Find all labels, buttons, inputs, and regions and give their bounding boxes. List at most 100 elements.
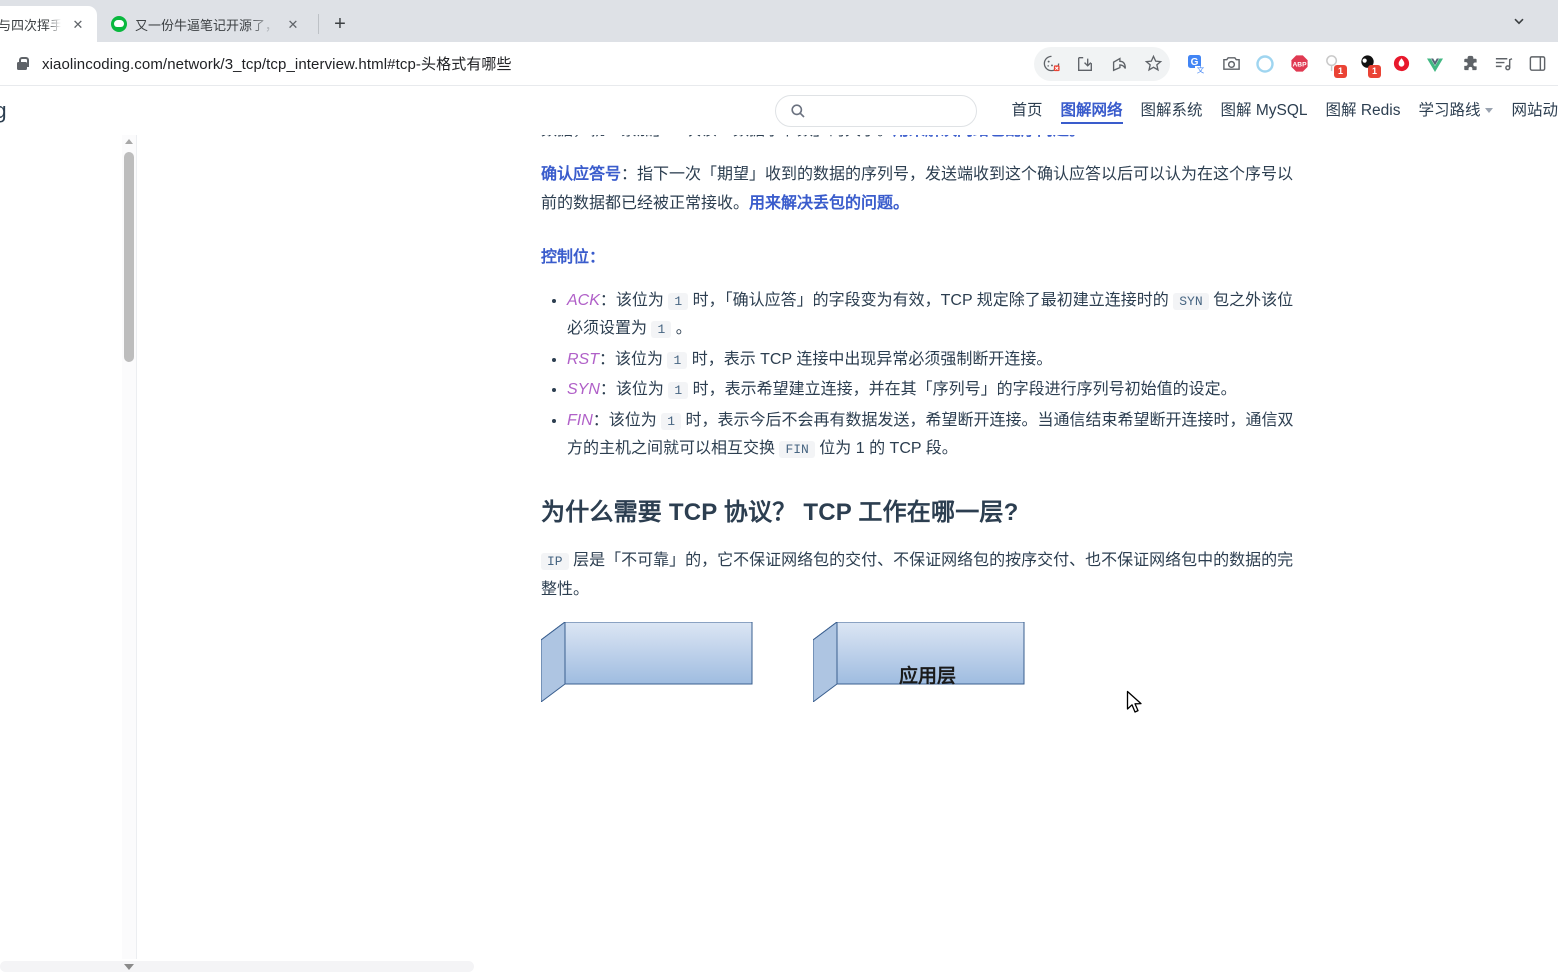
bit-key-ack: ACK <box>567 291 600 309</box>
article-body: 数据，就「累加」一次该「数据字节数」的大小。用来解决网络包乱序问题。 确认应答号… <box>541 135 1301 752</box>
ack-label: 确认应答号 <box>541 166 622 184</box>
reading-list-icon[interactable] <box>1486 47 1520 81</box>
list-item-syn: SYN：该位为 1 时，表示希望建立连接，并在其「序列号」的字段进行序列号初始值… <box>567 376 1301 404</box>
tab-title: 与四次挥手面试 <box>0 17 61 33</box>
nav-item-home[interactable]: 首页 <box>1003 87 1052 135</box>
control-bits-label-text: 控制位： <box>541 249 606 267</box>
browser-tab-0[interactable]: 与四次挥手面试 ✕ <box>0 6 97 42</box>
bit-code: 1 <box>651 321 672 339</box>
bit-seg: ：该位为 <box>592 411 662 429</box>
sidebar-item-3[interactable]: 连接? <box>0 548 122 579</box>
browser-tab-1[interactable]: 又一份牛逼笔记开源了，强的离 ✕ <box>97 6 312 42</box>
search-input[interactable] <box>774 95 977 127</box>
osi-layer-diagram: 应用层 <box>541 622 1301 752</box>
chevron-down-icon <box>1485 108 1494 114</box>
tab-close-icon[interactable]: ✕ <box>69 15 87 33</box>
sidebar-scroll-thumb[interactable] <box>124 152 134 362</box>
scroll-up-arrow-icon[interactable] <box>125 139 133 144</box>
control-bits-label: 控制位： <box>541 244 1301 272</box>
scroll-down-arrow-icon[interactable] <box>124 964 134 970</box>
chevron-down-icon[interactable] <box>1506 8 1532 34</box>
horizontal-scroll-thumb[interactable] <box>0 961 474 972</box>
extensions-puzzle-icon[interactable] <box>1452 47 1486 81</box>
bit-seg: ：该位为 <box>599 381 669 399</box>
bit-key-syn: SYN <box>567 381 600 399</box>
layer-box-0 <box>541 622 753 703</box>
para-seq-highlight: 用来解决网络包乱序问题。 <box>893 135 1085 139</box>
svg-text:文: 文 <box>1197 64 1205 74</box>
tab-strip: 与四次挥手面试 ✕ 又一份牛逼笔记开源了，强的离 ✕ + <box>0 0 1558 42</box>
nav-item-redis[interactable]: 图解 Redis <box>1317 87 1410 135</box>
sidebar-item-6[interactable]: 可以使用同一个 <box>0 701 122 732</box>
wechat-icon <box>111 16 127 32</box>
address-bar[interactable]: xiaolincoding.com/network/3_tcp/tcp_inte… <box>14 53 1034 74</box>
sidepanel-icon[interactable] <box>1520 47 1554 81</box>
adblock-plus-icon[interactable]: ABP <box>1282 47 1316 81</box>
nav-item-roadmap[interactable]: 学习路线 <box>1409 87 1502 135</box>
sidebar-toc: 手与四次挥手 有哪些? TCP 协议？ TCP 层? ? 连接? 定一个 TCP… <box>0 135 137 974</box>
sidebar-item-9[interactable]: 次握手? 不是两 <box>0 875 122 906</box>
bit-seg: ：该位为 <box>599 350 668 368</box>
control-bits-list: ACK：该位为 1 时，「确认应答」的字段变为有效，TCP 规定除了最初建立连接… <box>541 287 1301 464</box>
sidebar-inner: 手与四次挥手 有哪些? TCP 协议？ TCP 层? ? 连接? 定一个 TCP… <box>0 135 122 974</box>
browser-window: 与四次挥手面试 ✕ 又一份牛逼笔记开源了，强的离 ✕ + xiaolincodi… <box>0 0 1558 974</box>
sidebar-item-8[interactable]: x 系统中查看 <box>0 817 122 848</box>
bit-code: 1 <box>668 382 689 400</box>
bit-seg: 。 <box>671 320 692 338</box>
screenshot-camera-icon[interactable] <box>1214 47 1248 81</box>
layer-box-1: 应用层 <box>813 622 1025 703</box>
para-seq-text: 数据，就「累加」一次该「数据字节数」的大小。 <box>541 135 893 139</box>
nav-item-system[interactable]: 图解系统 <box>1132 87 1212 135</box>
bit-key-rst: RST <box>567 350 599 368</box>
nav-item-network[interactable]: 图解网络 <box>1052 87 1132 135</box>
sidebar-item-4[interactable]: 定一个 TCP 连接 <box>0 588 122 619</box>
bit-code: 1 <box>668 292 689 310</box>
download-icon[interactable] <box>1068 47 1102 81</box>
para-ack: 确认应答号：指下一次「期望」收到的数据的序列号，发送端收到这个确认应答以后可以认… <box>541 161 1301 218</box>
new-tab-button[interactable]: + <box>325 9 355 39</box>
sidebar-item-1[interactable]: TCP 协议？ TCP 层? <box>0 444 122 499</box>
tampermonkey-icon[interactable]: 1 <box>1316 47 1350 81</box>
bit-code: 1 <box>661 412 682 430</box>
sidebar-item-0[interactable]: 有哪些? <box>0 404 122 435</box>
vue-devtools-icon[interactable] <box>1418 47 1452 81</box>
badge-count: 1 <box>1368 64 1381 78</box>
site-logo[interactable]: oding <box>0 98 7 124</box>
site-header: oding 首页 图解网络 图解系统 图解 MySQL 图解 Redis 学习路… <box>0 87 1558 135</box>
ip-code: IP <box>541 553 569 571</box>
bit-seg: 时，表示 TCP 连接中出现异常必须强制断开连接。 <box>687 350 1053 368</box>
url-text: xiaolincoding.com/network/3_tcp/tcp_inte… <box>42 56 512 73</box>
para-ip: IP 层是「不可靠」的，它不保证网络包的交付、不保证网络包的按序交付、也不保证网… <box>541 547 1301 604</box>
svg-text:ABP: ABP <box>1292 61 1307 68</box>
browser-toolbar: xiaolincoding.com/network/3_tcp/tcp_inte… <box>0 42 1558 86</box>
circle-extension-icon[interactable] <box>1248 47 1282 81</box>
bit-seg: ：该位为 <box>599 291 669 309</box>
section-heading: 为什么需要 TCP 协议？ TCP 工作在哪一层? <box>541 498 1019 526</box>
cookie-blocked-icon[interactable] <box>1034 47 1068 81</box>
sidebar-item-5[interactable]: 有什么区别呢? 场景是? <box>0 637 122 692</box>
opera-drop-icon[interactable] <box>1384 47 1418 81</box>
sidebar-item-2[interactable]: ? <box>0 507 122 538</box>
sidebar-scrollbar[interactable] <box>122 135 136 974</box>
badge-count: 1 <box>1334 64 1347 78</box>
lock-icon <box>14 56 30 72</box>
nav-item-roadmap-label: 学习路线 <box>1418 102 1481 119</box>
header-right: 首页 图解网络 图解系统 图解 MySQL 图解 Redis 学习路线 网站动 <box>774 87 1558 135</box>
nav-item-mysql[interactable]: 图解 MySQL <box>1212 87 1317 135</box>
list-item-fin: FIN：该位为 1 时，表示今后不会再有数据发送，希望断开连接。当通信结束希望断… <box>567 407 1301 464</box>
bit-code: SYN <box>1173 292 1209 310</box>
tab-title: 又一份牛逼笔记开源了，强的离 <box>135 17 276 33</box>
bookmark-star-icon[interactable] <box>1136 47 1170 81</box>
bit-seg: 时，表示希望建立连接，并在其「序列号」的字段进行序列号初始值的设定。 <box>688 381 1237 399</box>
nav-item-updates[interactable]: 网站动 <box>1502 87 1558 135</box>
ack-highlight: 用来解决丢包的问题。 <box>749 194 910 212</box>
google-translate-icon[interactable]: G 文 <box>1180 47 1214 81</box>
sidebar-group-title[interactable]: 手与四次挥手 <box>0 343 122 377</box>
horizontal-scrollbar[interactable] <box>0 959 1558 974</box>
layer-box-1-label: 应用层 <box>899 666 957 688</box>
dark-reader-icon[interactable]: 1 <box>1350 47 1384 81</box>
list-item-rst: RST：该位为 1 时，表示 TCP 连接中出现异常必须强制断开连接。 <box>567 346 1301 374</box>
sidebar-item-7[interactable]: 手过程是怎样 <box>0 759 122 790</box>
tab-close-icon[interactable]: ✕ <box>284 15 302 33</box>
share-icon[interactable] <box>1102 47 1136 81</box>
